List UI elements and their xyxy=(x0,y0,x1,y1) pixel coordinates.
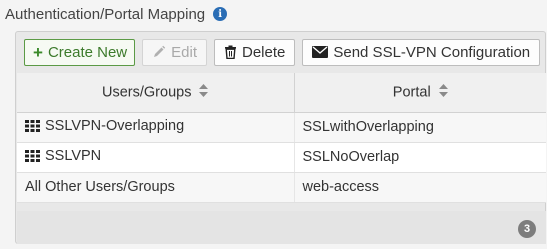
section-header: Authentication/Portal Mapping i xyxy=(0,0,547,24)
table-row[interactable]: SSLVPN-Overlapping SSLwithOverlapping xyxy=(17,112,546,143)
table-row[interactable]: All Other Users/Groups web-access xyxy=(17,172,546,203)
delete-button[interactable]: Delete xyxy=(214,38,296,66)
column-header-label: Users/Groups xyxy=(102,84,192,101)
send-ssl-vpn-label: Send SSL-VPN Configuration xyxy=(333,43,531,61)
users-groups-value: SSLVPN xyxy=(45,148,102,164)
create-new-label: Create New xyxy=(47,43,128,61)
portal-cell: SSLNoOverlap xyxy=(293,142,546,173)
toolbar: + Create New Edit Delete Send SSL-VPN Co… xyxy=(16,32,545,72)
users-groups-cell: All Other Users/Groups xyxy=(17,172,294,203)
sort-icon xyxy=(438,83,448,101)
delete-label: Delete xyxy=(242,43,286,61)
info-icon[interactable]: i xyxy=(213,7,228,21)
send-ssl-vpn-button[interactable]: Send SSL-VPN Configuration xyxy=(302,38,541,66)
trash-icon xyxy=(224,45,237,59)
portal-cell: web-access xyxy=(293,172,546,203)
mapping-table: Users/Groups Portal SSLVPN-Overlapping S… xyxy=(17,73,546,203)
mapping-panel: + Create New Edit Delete Send SSL-VPN Co… xyxy=(15,31,546,244)
edit-label: Edit xyxy=(171,43,197,61)
user-group-icon xyxy=(25,120,40,136)
section-title: Authentication/Portal Mapping xyxy=(5,5,206,23)
sort-icon xyxy=(199,83,209,101)
users-groups-cell: SSLVPN-Overlapping xyxy=(17,112,294,143)
table-row[interactable]: SSLVPN SSLNoOverlap xyxy=(17,142,546,173)
portal-value: SSLwithOverlapping xyxy=(302,119,434,135)
users-groups-value: All Other Users/Groups xyxy=(25,179,175,195)
users-groups-cell: SSLVPN xyxy=(17,142,294,173)
user-group-icon xyxy=(25,150,40,166)
pencil-icon xyxy=(152,45,166,59)
column-header-portal[interactable]: Portal xyxy=(293,73,546,113)
table-footer: 3 xyxy=(17,211,546,244)
envelope-icon xyxy=(312,46,329,58)
edit-button[interactable]: Edit xyxy=(142,38,207,66)
column-header-users-groups[interactable]: Users/Groups xyxy=(17,73,294,113)
portal-value: web-access xyxy=(302,179,380,195)
users-groups-value: SSLVPN-Overlapping xyxy=(45,118,185,134)
portal-cell: SSLwithOverlapping xyxy=(293,112,546,143)
portal-value: SSLNoOverlap xyxy=(302,149,400,165)
row-count-badge: 3 xyxy=(518,220,536,238)
column-header-label: Portal xyxy=(392,84,431,101)
create-new-button[interactable]: + Create New xyxy=(24,38,136,66)
plus-icon: + xyxy=(33,42,43,62)
table-header-row: Users/Groups Portal xyxy=(17,73,546,113)
